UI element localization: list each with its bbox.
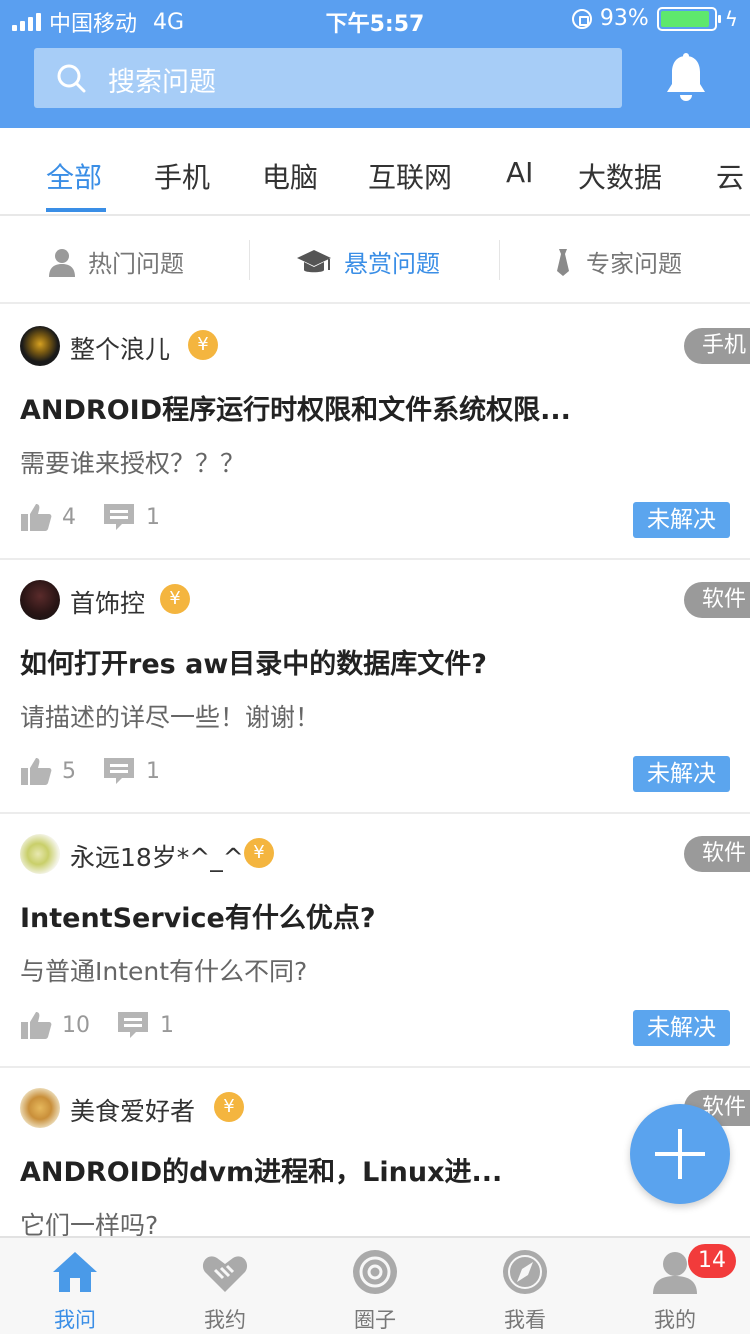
status-badge: 未解决 [633,502,730,538]
question-description: 请描述的详尽一些！谢谢！ [20,703,321,732]
tab-cloud[interactable]: 云 [716,156,744,196]
tab-ai[interactable]: AI [506,156,533,189]
nav-label-circle: 圈子 [354,1308,396,1332]
nav-item-circle[interactable]: 圈子 [300,1238,450,1334]
thumbs-up-icon[interactable] [20,502,52,532]
question-card[interactable]: 整个浪儿 ¥ 手机 ANDROID程序运行时权限和文件系统权限... 需要谁来授… [0,306,750,560]
question-title[interactable]: IntentService有什么优点? [20,896,376,935]
username[interactable]: 整个浪儿 [70,330,170,366]
rotation-lock-icon [571,8,592,29]
active-tab-indicator [46,208,106,212]
tab-all[interactable]: 全部 [46,156,102,196]
filter-expert-label: 专家问题 [586,250,682,278]
app-screen: 中国移动 4G 下午5:57 93% ϟ 搜索问题 全部 手机 电脑 互联网 A… [0,0,750,1334]
user-icon [49,248,75,277]
question-description: 与普通Intent有什么不同? [20,957,308,986]
nav-item-watch[interactable]: 我看 [450,1238,600,1334]
tab-computer[interactable]: 电脑 [262,156,318,196]
avatar[interactable] [20,1088,60,1128]
battery-icon [656,6,721,31]
charging-icon: ϟ [724,6,738,31]
question-card[interactable]: 永远18岁*^_^* ¥ 软件 IntentService有什么优点? 与普通I… [0,814,750,1068]
add-question-button[interactable] [630,1104,730,1204]
question-card[interactable]: 首饰控 ¥ 软件 如何打开res aw目录中的数据库文件? 请描述的详尽一些！谢… [0,560,750,814]
filter-bounty[interactable]: 悬赏问题 [296,244,440,279]
compass-icon [503,1250,547,1294]
question-title[interactable]: 如何打开res aw目录中的数据库文件? [20,642,487,681]
comment-count: 1 [160,1012,174,1038]
nav-item-appointment[interactable]: 我约 [150,1238,300,1334]
question-filter-bar: 热门问题 悬赏问题 专家问题 [0,218,750,304]
nav-label-appointment: 我约 [204,1308,246,1332]
plus-icon [655,1129,705,1179]
thumbs-up-icon[interactable] [20,756,52,786]
question-description: 需要谁来授权？？？ [20,449,246,478]
coin-icon: ¥ [244,838,274,868]
search-icon [57,64,86,93]
coin-icon: ¥ [160,584,190,614]
handshake-icon [202,1256,248,1292]
nav-label-watch: 我看 [504,1308,546,1332]
status-bar: 中国移动 4G 下午5:57 93% ϟ [0,0,750,40]
question-stats: 4 1 [20,502,160,532]
filter-expert[interactable]: 专家问题 [552,244,682,279]
notification-badge: 14 [688,1244,736,1278]
search-placeholder: 搜索问题 [108,67,216,98]
battery-percent: 93% [599,6,649,31]
comment-count: 1 [146,758,160,784]
home-icon [53,1252,97,1292]
search-input[interactable]: 搜索问题 [34,48,622,108]
bell-icon[interactable] [662,52,710,104]
status-badge: 未解决 [633,756,730,792]
status-badge: 未解决 [633,1010,730,1046]
thumbs-up-icon[interactable] [20,1010,52,1040]
comment-icon[interactable] [116,1010,150,1040]
tab-phone[interactable]: 手机 [154,156,210,196]
comment-icon[interactable] [102,502,136,532]
category-tag: 手机 [683,328,750,364]
nav-label-ask: 我问 [54,1308,96,1332]
filter-hot-label: 热门问题 [88,250,184,278]
comment-icon[interactable] [102,756,136,786]
like-count: 4 [62,504,76,530]
category-tag: 软件 [683,836,750,872]
question-stats: 10 1 [20,1010,174,1040]
nav-label-mine: 我的 [654,1308,696,1332]
avatar[interactable] [20,326,60,366]
coin-icon: ¥ [214,1092,244,1122]
tab-bigdata[interactable]: 大数据 [578,156,662,196]
question-stats: 5 1 [20,756,160,786]
like-count: 5 [62,758,76,784]
comment-count: 1 [146,504,160,530]
header: 中国移动 4G 下午5:57 93% ϟ 搜索问题 [0,0,750,128]
tie-icon [557,248,569,276]
category-tabs: 全部 手机 电脑 互联网 AI 大数据 云 [0,128,750,216]
like-count: 10 [62,1012,90,1038]
filter-bounty-label: 悬赏问题 [344,250,440,278]
username[interactable]: 美食爱好者 [70,1092,195,1128]
filter-divider [499,240,500,280]
graduation-cap-icon [297,249,331,272]
avatar[interactable] [20,834,60,874]
question-title[interactable]: ANDROID的dvm进程和，Linux进... [20,1150,502,1189]
username[interactable]: 首饰控 [70,584,145,620]
coin-icon: ¥ [188,330,218,360]
bottom-nav: 我问 我约 圈子 我看 我的 [0,1236,750,1334]
status-right: 93% ϟ [571,6,738,31]
tab-internet[interactable]: 互联网 [368,156,452,196]
avatar[interactable] [20,580,60,620]
filter-divider [249,240,250,280]
nav-item-ask[interactable]: 我问 [0,1238,150,1334]
circle-icon [353,1250,397,1294]
filter-hot[interactable]: 热门问题 [48,244,184,279]
username[interactable]: 永远18岁*^_^* [70,838,256,874]
category-tag: 软件 [683,582,750,618]
question-title[interactable]: ANDROID程序运行时权限和文件系统权限... [20,388,571,427]
